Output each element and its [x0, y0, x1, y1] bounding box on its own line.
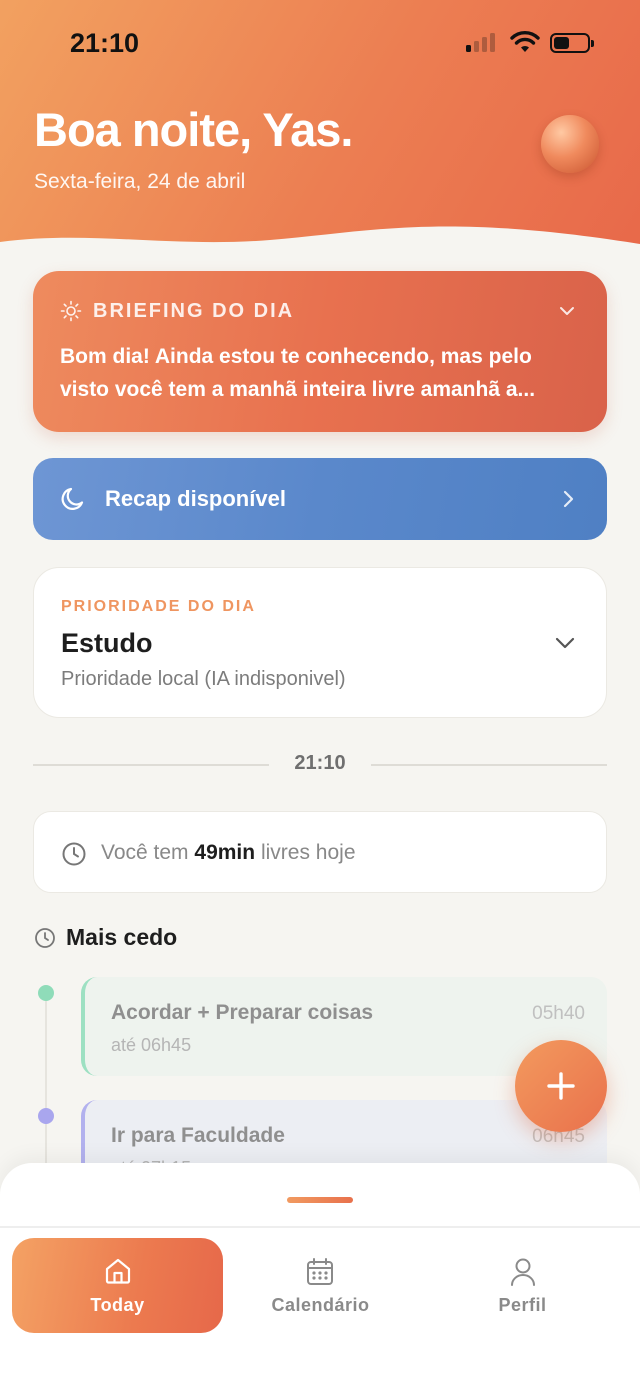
chevron-down-icon[interactable]	[553, 631, 577, 655]
briefing-title: BRIEFING DO DIA	[93, 300, 295, 322]
free-time-amount: 49min	[194, 841, 256, 864]
section-title: Mais cedo	[66, 924, 178, 950]
current-time-label: 21:10	[294, 752, 346, 774]
current-time-divider: 21:10	[33, 752, 607, 778]
briefing-text: Bom dia! Ainda estou te conhecendo, mas …	[60, 345, 536, 401]
recap-button[interactable]: Recap disponível	[33, 458, 607, 540]
divider-line	[371, 764, 607, 766]
event-time: 05h40	[532, 1003, 585, 1024]
priority-subtitle: Prioridade local (IA indisponivel)	[61, 668, 346, 690]
timeline-dot	[38, 985, 54, 1001]
priority-card[interactable]: PRIORIDADE DO DIA Estudo Prioridade loca…	[33, 567, 607, 718]
free-time-text: Você tem 49min livres hoje	[101, 841, 356, 865]
free-time-prefix: Você tem	[101, 841, 189, 864]
nav-tab-profile[interactable]: Perfil	[417, 1238, 628, 1333]
chevron-down-icon[interactable]	[557, 301, 577, 321]
date-subtitle: Sexta-feira, 24 de abril	[34, 170, 246, 193]
calendar-icon	[307, 1258, 333, 1285]
clock-icon	[35, 928, 55, 948]
event-title: Ir para Faculdade	[111, 1124, 285, 1147]
avatar[interactable]	[541, 115, 599, 173]
nav-label-profile: Perfil	[498, 1295, 547, 1315]
status-bar: 21:10	[0, 0, 640, 90]
sheet-handle[interactable]	[287, 1197, 353, 1203]
event-until: até 06h45	[111, 1035, 192, 1055]
add-event-button[interactable]	[515, 1040, 607, 1132]
nav-label-calendar: Calendário	[271, 1295, 370, 1315]
user-icon	[511, 1258, 535, 1286]
recap-label: Recap disponível	[105, 486, 286, 511]
battery-icon	[550, 33, 594, 53]
priority-value: Estudo	[61, 628, 153, 658]
signal-icon	[466, 32, 495, 52]
clock-icon	[62, 842, 86, 866]
divider	[0, 1226, 640, 1228]
chevron-right-icon	[563, 490, 574, 508]
nav-label-today: Today	[90, 1295, 145, 1315]
plus-icon	[547, 1072, 575, 1100]
timeline-line	[45, 994, 47, 1164]
nav-tab-today[interactable]: Today	[12, 1238, 223, 1333]
free-time-card: Você tem 49min livres hoje	[33, 811, 607, 893]
nav-tab-calendar[interactable]: Calendário	[215, 1238, 426, 1333]
briefing-card[interactable]: BRIEFING DO DIA Bom dia! Ainda estou te …	[33, 271, 607, 432]
timeline-dot	[38, 1108, 54, 1124]
moon-icon	[61, 487, 84, 510]
greeting-title: Boa noite, Yas.	[34, 103, 353, 156]
status-time: 21:10	[70, 28, 140, 58]
free-time-suffix: livres hoje	[260, 841, 356, 864]
wifi-icon	[510, 31, 540, 52]
divider-line	[33, 764, 269, 766]
priority-label: PRIORIDADE DO DIA	[61, 598, 256, 615]
home-icon	[105, 1258, 131, 1284]
header-wave	[0, 226, 640, 260]
event-title: Acordar + Preparar coisas	[111, 1001, 374, 1024]
sun-icon	[60, 300, 82, 322]
